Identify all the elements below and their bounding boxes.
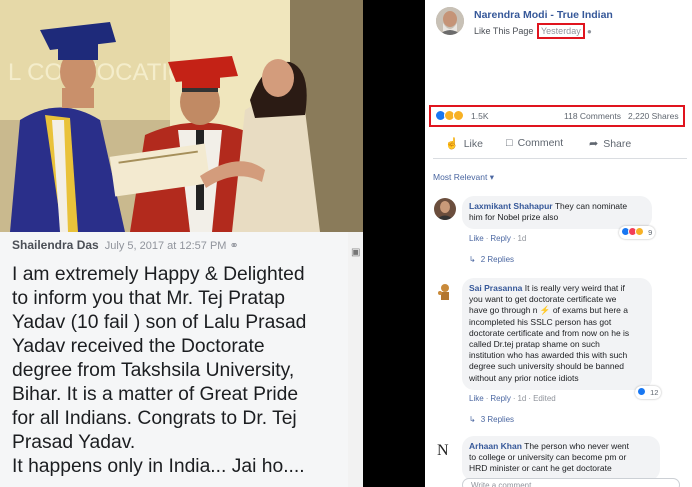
comment-icon: □ bbox=[506, 137, 513, 149]
facebook-share-post: Narendra Modi - True Indian Like This Pa… bbox=[425, 0, 692, 487]
page-name[interactable]: Narendra Modi - True Indian bbox=[474, 9, 613, 21]
like-reaction-icon bbox=[637, 387, 646, 396]
original-post-header: Shailendra Das July 5, 2017 at 12:57 PM … bbox=[12, 238, 348, 252]
view-replies-link[interactable]: ↳ 3 Replies bbox=[469, 415, 514, 424]
comment-text: degree such university should be banned bbox=[469, 361, 624, 372]
comment-like-link[interactable]: Like bbox=[469, 394, 484, 403]
post-header: Narendra Modi - True Indian Like This Pa… bbox=[425, 0, 692, 42]
globe-icon: ● bbox=[587, 27, 592, 36]
view-replies-link[interactable]: ↳ 2 Replies bbox=[469, 255, 514, 264]
share-label: Share bbox=[603, 138, 632, 150]
sort-label: Most Relevant bbox=[433, 172, 488, 182]
replies-count: 3 Replies bbox=[480, 415, 515, 424]
page-avatar[interactable] bbox=[436, 7, 464, 35]
globe-icon: ⚭ bbox=[229, 240, 239, 252]
original-post-screenshot: L CONVOCATION ▣ Shailendra Das July 5, 2… bbox=[0, 0, 363, 487]
comment-text: called Dr.tej pratap shame on such bbox=[469, 339, 600, 350]
reaction-count[interactable]: 1.5K bbox=[471, 111, 489, 121]
post-text-line: Yadav (10 fail ) son of Lalu Prasad bbox=[12, 312, 307, 333]
comment-text: you want to get doctorate certificate we bbox=[469, 294, 617, 305]
post-text-line: degree from Takshsila University, bbox=[12, 360, 295, 381]
comment-edited[interactable]: Edited bbox=[533, 394, 556, 403]
svg-text:N: N bbox=[437, 442, 449, 459]
comment-text: They can nominate bbox=[554, 201, 628, 211]
comment-reply-link[interactable]: Reply bbox=[490, 394, 510, 403]
comment-time: 1d bbox=[517, 234, 527, 243]
original-post-text: I am extremely Happy & Delighted to info… bbox=[12, 263, 352, 479]
comment-reactions[interactable]: 9 bbox=[619, 226, 656, 239]
post-text-line: Prasad Yadav. bbox=[12, 432, 136, 453]
original-post-timestamp: July 5, 2017 at 12:57 PM bbox=[104, 240, 227, 252]
share-icon: ➦ bbox=[589, 138, 599, 150]
post-text-line: It happens only in India... Jai ho.... bbox=[12, 456, 305, 477]
comment-reaction-count: 9 bbox=[648, 228, 653, 237]
wow-reaction-icon bbox=[453, 110, 464, 121]
commenter-name[interactable]: Sai Prasanna bbox=[469, 283, 522, 293]
post-text-line: to inform you that Mr. Tej Pratap bbox=[12, 288, 285, 309]
commenter-avatar[interactable] bbox=[434, 198, 456, 220]
comment-sort-dropdown[interactable]: Most Relevant ▾ bbox=[433, 172, 494, 183]
commenter-name[interactable]: Laxmikant Shahapur bbox=[469, 201, 553, 211]
post-text-line: Bihar. It is a matter of Great Pride bbox=[12, 384, 299, 405]
post-text-line: I am extremely Happy & Delighted bbox=[12, 264, 305, 285]
like-label: Like bbox=[463, 138, 483, 150]
thumbs-up-icon: ☝ bbox=[445, 138, 459, 150]
post-text-line: Yadav received the Doctorate bbox=[12, 336, 265, 357]
like-page-link[interactable]: Like This Page bbox=[474, 26, 533, 36]
comment-text: without any prior notice idiots bbox=[469, 372, 579, 383]
comment-text: doctorate certificate and from now on he… bbox=[469, 327, 630, 338]
comment-reply-link[interactable]: Reply bbox=[490, 234, 510, 243]
original-post-body: Shailendra Das July 5, 2017 at 12:57 PM … bbox=[0, 232, 348, 487]
comment-like-link[interactable]: Like bbox=[469, 234, 484, 243]
comment-text: have go through n ⚡ of exams but here a bbox=[469, 305, 628, 316]
share-count[interactable]: 2,220 Shares bbox=[628, 111, 679, 121]
comment-reaction-count: 12 bbox=[650, 388, 659, 397]
comment-text: HRD minister or cant he get doctorate bbox=[469, 463, 612, 474]
reaction-icons[interactable] bbox=[435, 110, 469, 122]
comment-text: him for Nobel prize also bbox=[469, 212, 559, 223]
commenter-avatar[interactable]: N bbox=[434, 438, 456, 460]
comment-label: Comment bbox=[517, 137, 564, 149]
comment-bubble: Arhaan Khan The person who never went to… bbox=[462, 436, 660, 481]
comment-bubble: Sai Prasanna It is really very weird tha… bbox=[462, 278, 652, 390]
comment-meta: Like · Reply · 1d bbox=[469, 234, 527, 243]
engagement-counts: 1.5K 118 Comments 2,220 Shares bbox=[429, 105, 685, 127]
comment-text: to college or university can become pm o… bbox=[469, 452, 627, 463]
post-text-line: for all Indians. Congrats to Dr. Tej bbox=[12, 408, 297, 429]
comment-bubble: Laxmikant Shahapur They can nominate him… bbox=[462, 196, 652, 230]
post-time[interactable]: Yesterday bbox=[537, 23, 585, 39]
caret-down-icon: ▾ bbox=[489, 172, 494, 182]
action-bar: ☝ Like □ Comment ➦ Share bbox=[433, 133, 687, 159]
comment-count[interactable]: 118 Comments bbox=[564, 111, 621, 121]
convocation-photo: L CONVOCATION bbox=[0, 0, 363, 232]
comment-text: It is really very weird that if bbox=[524, 283, 625, 293]
share-button[interactable]: ➦ Share bbox=[589, 137, 631, 150]
camera-icon: ▣ bbox=[351, 247, 361, 258]
write-comment-input[interactable]: Write a comment... bbox=[462, 478, 680, 487]
reply-arrow-icon: ↳ bbox=[469, 255, 476, 264]
comment-button[interactable]: □ Comment bbox=[506, 137, 563, 149]
comment-text: incompleted his SSLC person has got bbox=[469, 316, 612, 327]
commenter-name[interactable]: Arhaan Khan bbox=[469, 441, 522, 451]
original-post-author[interactable]: Shailendra Das bbox=[12, 238, 99, 252]
replies-count: 2 Replies bbox=[480, 255, 515, 264]
commenter-avatar[interactable] bbox=[434, 280, 456, 302]
like-button[interactable]: ☝ Like bbox=[445, 137, 483, 150]
comment-time: 1d bbox=[517, 394, 527, 403]
comment-text: institution who has awarded this with su… bbox=[469, 350, 628, 361]
reply-arrow-icon: ↳ bbox=[469, 415, 476, 424]
comment-meta: Like · Reply · 1d · Edited bbox=[469, 394, 556, 403]
comment-reactions[interactable]: 12 bbox=[635, 386, 662, 399]
comment-text: The person who never went bbox=[524, 441, 630, 451]
haha-reaction-icon bbox=[635, 227, 644, 236]
